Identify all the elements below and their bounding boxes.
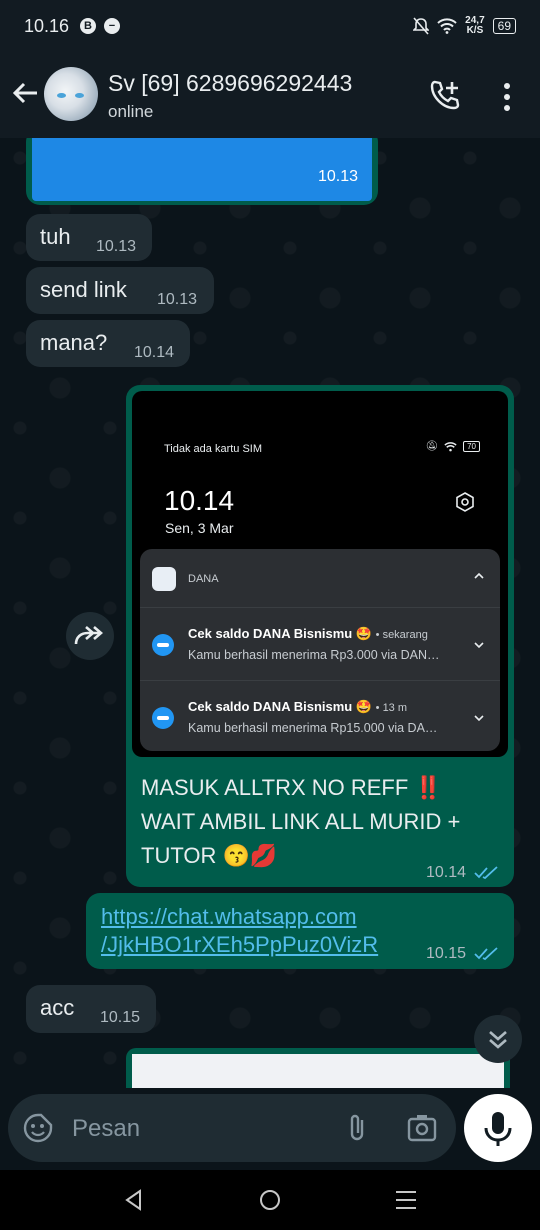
message-time: 10.14 [426,864,467,881]
camera-icon[interactable] [406,1112,440,1144]
image-caption: MASUK ALLTRX NO REFF ‼️ WAIT AMBIL LINK … [141,775,461,868]
screenshot-date: Sen, 3 Mar [165,520,234,536]
notification-body: Kamu berhasil menerima Rp3.000 via DAN… [188,648,440,662]
screenshot-sim-status: Tidak ada kartu SIM [164,443,263,455]
message-composer [8,1094,456,1162]
voice-message-button[interactable] [464,1094,532,1162]
nav-back-icon[interactable] [122,1188,146,1212]
notification-title: Cek saldo DANA Bisnismu 🤩 [188,626,373,641]
notification-group: DANA Cek saldo DANA Bisnismu 🤩 • sekaran… [140,549,500,751]
message-text: send link [40,277,127,302]
image-attachment[interactable] [132,1054,504,1088]
notifications-off-icon [413,17,430,35]
message-time: 10.13 [157,291,198,308]
dana-app-icon [152,567,176,591]
message-bubble-incoming[interactable]: send link 10.13 [26,267,214,314]
message-bubble-incoming[interactable]: mana? 10.14 [26,320,190,367]
message-text: acc [40,995,75,1020]
battery-indicator: 69 [492,18,516,34]
message-text: mana? [40,330,108,355]
dana-icon [152,707,174,729]
status-bar: 10.16 B − 24,7 K/S 69 [0,0,540,56]
message-bubble-outgoing[interactable]: https://chat.whatsapp.com /JjkHBO1rXEh5P… [86,893,514,969]
attach-paperclip-icon[interactable] [342,1112,374,1144]
message-bubble-incoming[interactable]: acc 10.15 [26,985,156,1033]
notification-body: Kamu berhasil menerima Rp15.000 via DA… [188,721,438,735]
message-time: 10.15 [426,945,467,962]
message-bubble-outgoing[interactable] [126,1048,510,1088]
message-bubble-incoming[interactable]: tuh 10.13 [26,214,152,261]
read-ticks-icon [474,947,498,961]
chevron-down-icon [474,715,484,722]
wifi-icon [437,18,457,34]
settings-icon [456,492,474,512]
screenshot-clock: 10.14 [164,485,235,516]
message-input[interactable] [70,1108,324,1150]
contact-status: online [108,102,154,121]
more-options-icon[interactable] [500,82,514,112]
scroll-to-bottom-button[interactable] [474,1015,522,1063]
screenshot-status-icons: 🔕︎ 70 [425,441,480,452]
notification-title: Cek saldo DANA Bisnismu 🤩 [188,699,373,714]
group-invite-link[interactable]: https://chat.whatsapp.com /JjkHBO1rXEh5P… [101,903,378,959]
chat-header: Sv [69] 6289696292443 online [0,56,540,138]
microphone-icon [484,1112,512,1146]
notification-app-name: DANA [188,573,219,585]
double-exclamation-emoji: ‼️ [414,775,442,800]
b-notification-icon: B [80,18,96,34]
nav-recents-icon[interactable] [394,1188,418,1212]
status-time: 10.16 [24,16,70,36]
forward-button[interactable] [66,612,114,660]
dnd-minus-icon: − [104,18,120,34]
sticker-emoji-icon[interactable] [22,1112,54,1144]
contact-avatar[interactable] [44,67,98,121]
message-time: 10.14 [134,344,175,361]
forward-icon [74,626,103,645]
add-call-icon[interactable] [428,78,462,112]
message-text: tuh [40,224,71,249]
nav-home-icon[interactable] [258,1188,282,1212]
chat-area[interactable]: 10.13 tuh 10.13 send link 10.13 mana? 10… [0,138,540,1088]
message-bubble-outgoing[interactable]: 10.13 [26,138,378,205]
contact-name[interactable]: Sv [69] 6289696292443 [108,70,352,97]
image-attachment-screenshot[interactable]: Tidak ada kartu SIM 🔕︎ 70 10.14 Sen, 3 M… [132,391,508,757]
message-time: 10.13 [96,238,137,255]
notification-item: Cek saldo DANA Bisnismu 🤩 • sekarang Kam… [140,607,500,680]
back-arrow-icon[interactable] [10,78,40,108]
system-navigation-bar [0,1170,540,1230]
dana-icon [152,634,174,656]
message-time: 10.15 [100,1009,141,1026]
screenshot-battery: 70 [463,441,480,452]
chevron-down-icon [474,642,484,649]
notification-item: Cek saldo DANA Bisnismu 🤩 • 13 m Kamu be… [140,680,500,753]
read-ticks-icon [474,866,498,880]
wifi-icon [444,441,457,451]
message-time: 10.13 [318,168,359,185]
chevron-up-icon [474,572,484,579]
notification-time: • 13 m [375,702,408,714]
notification-time: • sekarang [375,629,428,641]
network-speed: 24,7 K/S [465,15,485,36]
double-chevron-down-icon [489,1031,507,1049]
